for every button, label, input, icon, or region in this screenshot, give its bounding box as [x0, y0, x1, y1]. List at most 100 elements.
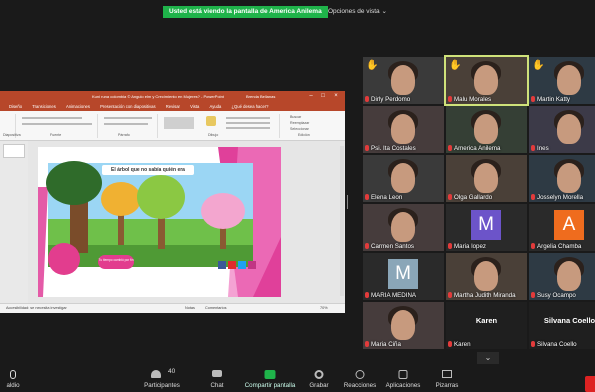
arrange-icon[interactable] — [206, 116, 216, 126]
ppt-menu-item[interactable]: Vista — [190, 104, 199, 109]
participant-tile[interactable]: Karen Karen — [446, 302, 527, 349]
chevron-down-icon[interactable]: ⌄ — [477, 352, 499, 364]
font-format-controls[interactable] — [22, 123, 92, 125]
shape-effects[interactable] — [226, 127, 270, 129]
participant-big-name: Karen — [475, 316, 498, 325]
notes-button[interactable]: Notas — [185, 304, 195, 313]
slide-circle-text: Tu tiempo cambió por fin — [98, 258, 134, 262]
minimize-icon[interactable]: – — [306, 91, 316, 102]
participant-tile[interactable]: Silvana Coello Silvana Coello — [529, 302, 595, 349]
slide[interactable]: El árbol que no sabía quién era Tu tiemp… — [38, 147, 281, 297]
ppt-status-bar: Accesibilidad: se necesita investigar No… — [0, 303, 345, 313]
participant-tile[interactable]: ✋ Martin Katty — [529, 57, 595, 104]
participants-button[interactable]: 40 Participantes — [138, 367, 186, 392]
paragraph-controls[interactable] — [104, 117, 152, 119]
participant-name-row: Martin Katty — [531, 96, 570, 103]
participant-video — [391, 114, 415, 144]
shapes-gallery[interactable] — [164, 117, 194, 129]
youtube-icon[interactable] — [228, 261, 236, 269]
yellow-tree — [101, 182, 141, 216]
muted-mic-icon — [365, 243, 369, 249]
participant-tile[interactable]: M MARIA MEDINA — [363, 253, 444, 300]
maximize-icon[interactable]: □ — [318, 91, 328, 102]
participant-tile[interactable]: America Anilema — [446, 106, 527, 153]
shape-fill[interactable] — [226, 117, 270, 119]
participant-tile[interactable]: Olga Gallardo — [446, 155, 527, 202]
participant-tile[interactable]: Ines — [529, 106, 595, 153]
participants-count: 40 — [168, 368, 176, 375]
participant-name: Silvana Coello — [537, 341, 577, 348]
muted-mic-icon — [448, 292, 452, 298]
participant-name: Psi. Ita Costales — [371, 145, 416, 152]
ppt-menu-item[interactable]: Diseño — [9, 104, 22, 109]
participant-tile[interactable]: Carmen Santos — [363, 204, 444, 251]
participant-tile[interactable]: Martha Judith Miranda — [446, 253, 527, 300]
view-options-menu[interactable]: Opciones de vista ⌄ — [328, 7, 387, 17]
whiteboard-button[interactable]: Pizarras — [430, 367, 464, 392]
twitter-icon[interactable] — [238, 261, 246, 269]
split-drag-handle[interactable] — [346, 195, 349, 209]
smiley-icon — [355, 370, 365, 379]
close-icon[interactable]: × — [331, 91, 341, 102]
participant-tile[interactable]: A Argelia Chamba — [529, 204, 595, 251]
chat-button[interactable]: Chat — [200, 367, 234, 392]
ppt-menu-search[interactable]: ¿Qué desea hacer? — [231, 104, 268, 109]
audio-button[interactable]: aldio — [2, 367, 24, 392]
participant-name: Malu Morales — [454, 96, 492, 103]
audio-label: aldio — [6, 382, 20, 389]
microphone-icon — [10, 370, 16, 379]
slide-thumbnails-pane[interactable] — [0, 141, 28, 303]
end-meeting-button[interactable] — [585, 376, 595, 392]
record-button[interactable]: Grabar — [302, 367, 336, 392]
participant-tile[interactable]: Psi. Ita Costales — [363, 106, 444, 153]
participant-tile[interactable]: Josselyn Morella — [529, 155, 595, 202]
participant-tile[interactable]: Susy Ocampo — [529, 253, 595, 300]
font-controls[interactable] — [22, 117, 82, 119]
avatar-initial: M — [388, 259, 418, 289]
replace-button[interactable]: Reemplazar — [290, 121, 309, 125]
ribbon-group-drawing: Dibujo — [160, 114, 280, 138]
ppt-menu-item[interactable]: Transiciones — [32, 104, 56, 109]
muted-mic-icon — [365, 341, 369, 347]
participant-tile[interactable]: M Maria lopez — [446, 204, 527, 251]
muted-mic-icon — [448, 341, 452, 347]
sharing-banner[interactable]: Usted está viendo la pantalla de America… — [163, 6, 328, 18]
participant-big-name: Silvana Coello — [543, 316, 595, 325]
align-controls[interactable] — [104, 123, 148, 125]
slide-thumbnail[interactable] — [3, 144, 25, 158]
ppt-menu-item[interactable]: Revisar — [166, 104, 180, 109]
zoom-level[interactable]: 70% — [320, 304, 328, 313]
participant-name-row: Karen — [448, 341, 471, 348]
muted-mic-icon — [365, 292, 369, 298]
ppt-menu-item[interactable]: Animaciones — [66, 104, 90, 109]
comments-button[interactable]: Comentarios — [205, 304, 227, 313]
reactions-button[interactable]: Reacciones — [340, 367, 380, 392]
participant-tile[interactable]: Elena Leon — [363, 155, 444, 202]
participant-tile[interactable]: ✋ Malu Morales — [444, 55, 529, 106]
participant-name-row: Argelia Chamba — [531, 243, 581, 250]
instagram-icon[interactable] — [248, 261, 256, 269]
participant-tile[interactable]: Maria Ciña — [363, 302, 444, 349]
raised-hand-icon: ✋ — [449, 60, 462, 71]
muted-mic-icon — [531, 292, 535, 298]
shape-outline[interactable] — [226, 122, 270, 124]
participant-name: Martin Katty — [537, 96, 571, 103]
find-button[interactable]: Buscar — [290, 115, 301, 119]
ppt-window-title: Kuni runa colombia © Angulo elm y Crecim… — [92, 94, 224, 99]
vertical-scrollbar[interactable] — [340, 146, 344, 296]
participant-tile[interactable]: ✋ Dirly Perdomo — [363, 57, 444, 104]
ppt-menu-item[interactable]: Presentación con diapositivas — [100, 104, 155, 109]
participants-icon — [151, 370, 161, 378]
participant-name-row: Carmen Santos — [365, 243, 414, 250]
accessibility-status[interactable]: Accesibilidad: se necesita investigar — [6, 304, 67, 313]
ppt-ribbon: Diapositiva Fuente Párrafo Dibujo Buscar… — [0, 111, 345, 141]
ppt-menu-item[interactable]: Ayuda — [210, 104, 222, 109]
participant-name-row: Elena Leon — [365, 194, 402, 201]
top-bar: Usted está viendo la pantalla de America… — [0, 0, 595, 20]
apps-button[interactable]: Aplicaciones — [383, 367, 423, 392]
share-screen-button[interactable]: Compartir pantalla — [240, 367, 300, 392]
select-button[interactable]: Seleccionar — [290, 127, 309, 131]
facebook-icon[interactable] — [218, 261, 226, 269]
participant-name: MARIA MEDINA — [371, 292, 417, 299]
participant-name: Argelia Chamba — [537, 243, 582, 250]
